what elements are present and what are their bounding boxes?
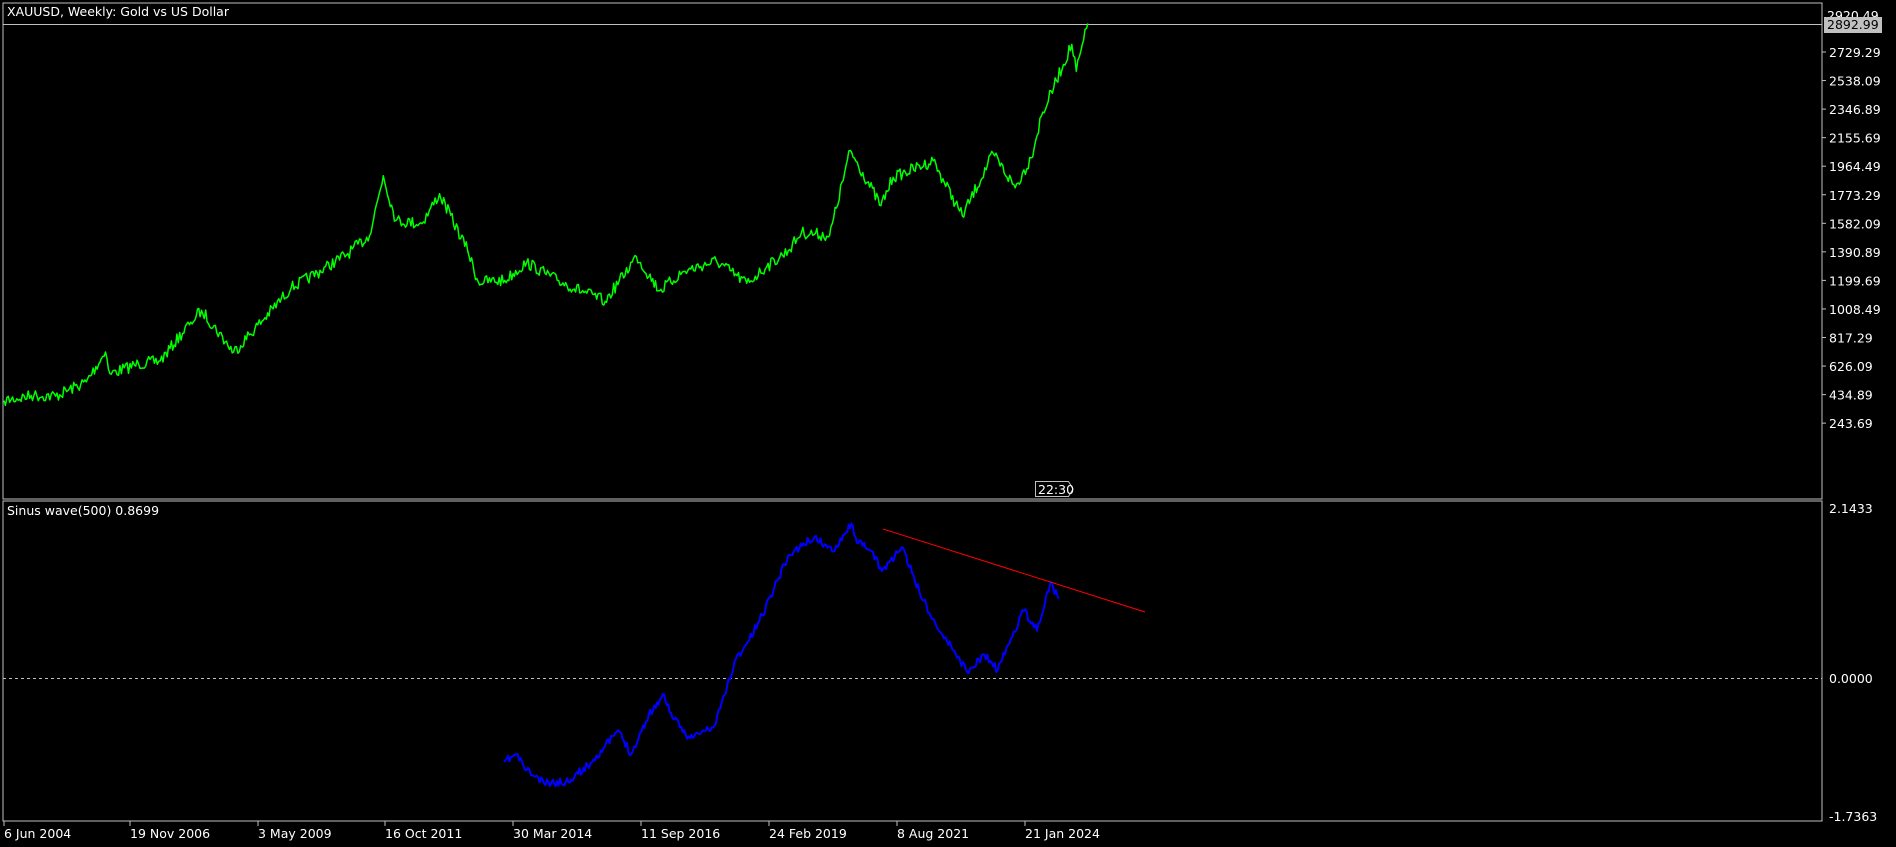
countdown-label: 22:30 <box>1038 482 1074 497</box>
current-price-tag-label: 2892.99 <box>1827 17 1879 32</box>
price-axis-label: 1199.69 <box>1829 273 1881 288</box>
time-axis-label: 11 Sep 2016 <box>641 826 720 841</box>
price-axis-label: 2155.69 <box>1829 131 1881 146</box>
price-axis-label: 1390.89 <box>1829 245 1881 260</box>
window-background <box>0 0 1896 847</box>
indicator-axis-min: -1.7363 <box>1829 809 1877 824</box>
price-axis-label: 1582.09 <box>1829 216 1881 231</box>
price-axis-label: 1008.49 <box>1829 302 1881 317</box>
countdown-tag: 22:30 <box>1035 481 1074 497</box>
price-axis-label: 434.89 <box>1829 388 1873 403</box>
indicator-title: Sinus wave(500) 0.8699 <box>7 503 159 518</box>
price-axis-label: 817.29 <box>1829 331 1873 346</box>
chart-title: XAUUSD, Weekly: Gold vs US Dollar <box>7 4 230 19</box>
time-axis-label: 8 Aug 2021 <box>897 826 969 841</box>
price-axis-label: 2346.89 <box>1829 102 1881 117</box>
price-axis-label: 243.69 <box>1829 416 1873 431</box>
time-axis-label: 3 May 2009 <box>258 826 332 841</box>
price-axis-label: 626.09 <box>1829 359 1873 374</box>
time-axis-label: 21 Jan 2024 <box>1025 826 1100 841</box>
trading-terminal: XAUUSD, Weekly: Gold vs US Dollar 2729.2… <box>0 0 1896 847</box>
price-axis-label: 1773.29 <box>1829 188 1881 203</box>
time-axis-label: 19 Nov 2006 <box>130 826 210 841</box>
price-axis-label: 2729.29 <box>1829 45 1881 60</box>
time-axis-label: 24 Feb 2019 <box>769 826 847 841</box>
indicator-axis-max: 2.1433 <box>1829 501 1873 516</box>
price-axis-label: 2538.09 <box>1829 74 1881 89</box>
time-axis-label: 16 Oct 2011 <box>385 826 462 841</box>
time-axis-label: 30 Mar 2014 <box>513 826 592 841</box>
current-price-tag: 2892.99 <box>1824 17 1882 33</box>
time-axis-label: 6 Jun 2004 <box>4 826 71 841</box>
indicator-axis-zero: 0.0000 <box>1829 671 1873 686</box>
price-axis-label: 1964.49 <box>1829 159 1881 174</box>
